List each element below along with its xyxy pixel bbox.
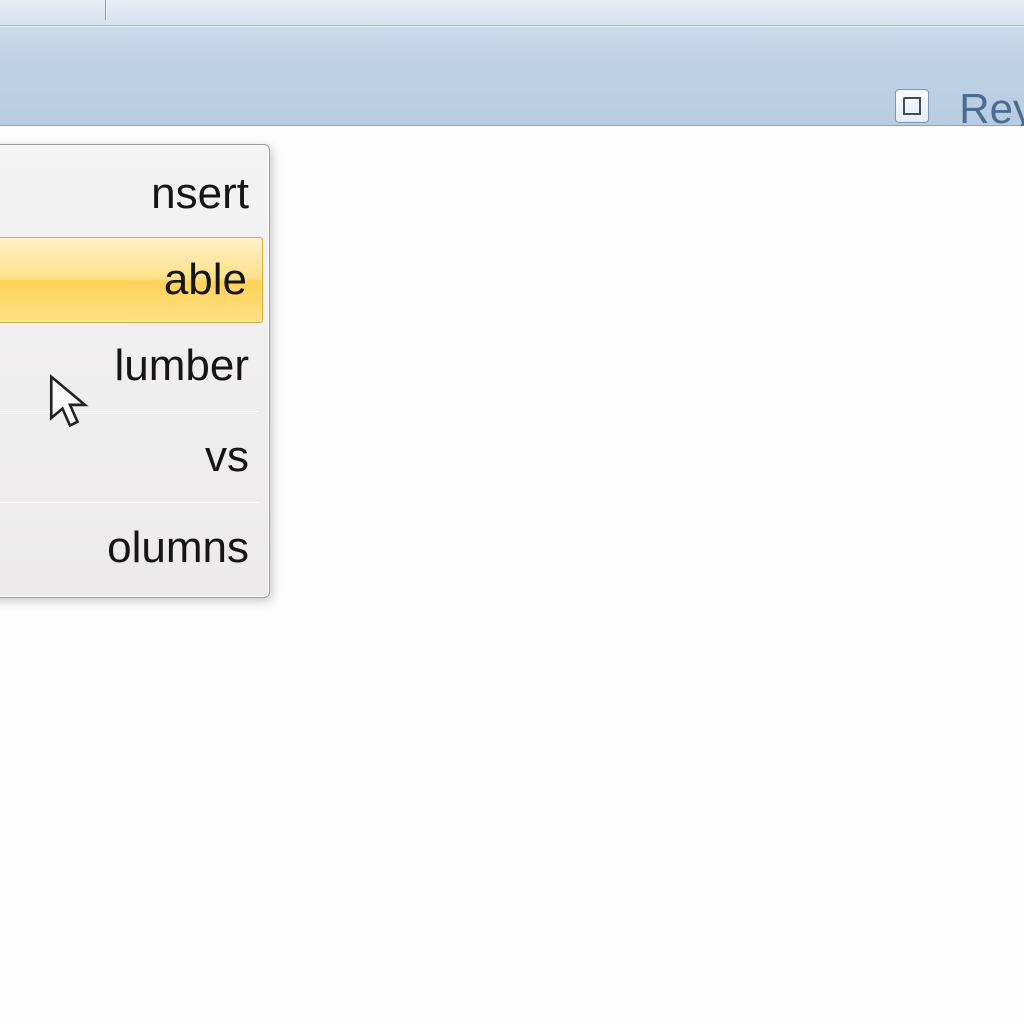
- menu-item-table[interactable]: able: [0, 237, 263, 323]
- menu-item-number[interactable]: lumber: [0, 323, 265, 409]
- menu-separator: [0, 411, 259, 412]
- menu-item-rows[interactable]: vs: [0, 414, 265, 500]
- ribbon-bar: Rey: [0, 26, 1024, 126]
- quick-access-toolbar: [0, 0, 1024, 26]
- dialog-launcher-icon[interactable]: [895, 89, 929, 123]
- context-menu: nsert able lumber vs olumns: [0, 144, 270, 598]
- menu-item-label: nsert: [151, 169, 249, 218]
- menu-item-insert[interactable]: nsert: [0, 151, 265, 237]
- toolbar-separator: [105, 0, 107, 20]
- menu-separator: [0, 502, 259, 503]
- menu-item-label: lumber: [115, 341, 250, 390]
- menu-item-label: olumns: [107, 523, 249, 572]
- menu-item-label: vs: [205, 432, 249, 481]
- menu-item-label: able: [164, 255, 247, 304]
- menu-item-columns[interactable]: olumns: [0, 505, 265, 591]
